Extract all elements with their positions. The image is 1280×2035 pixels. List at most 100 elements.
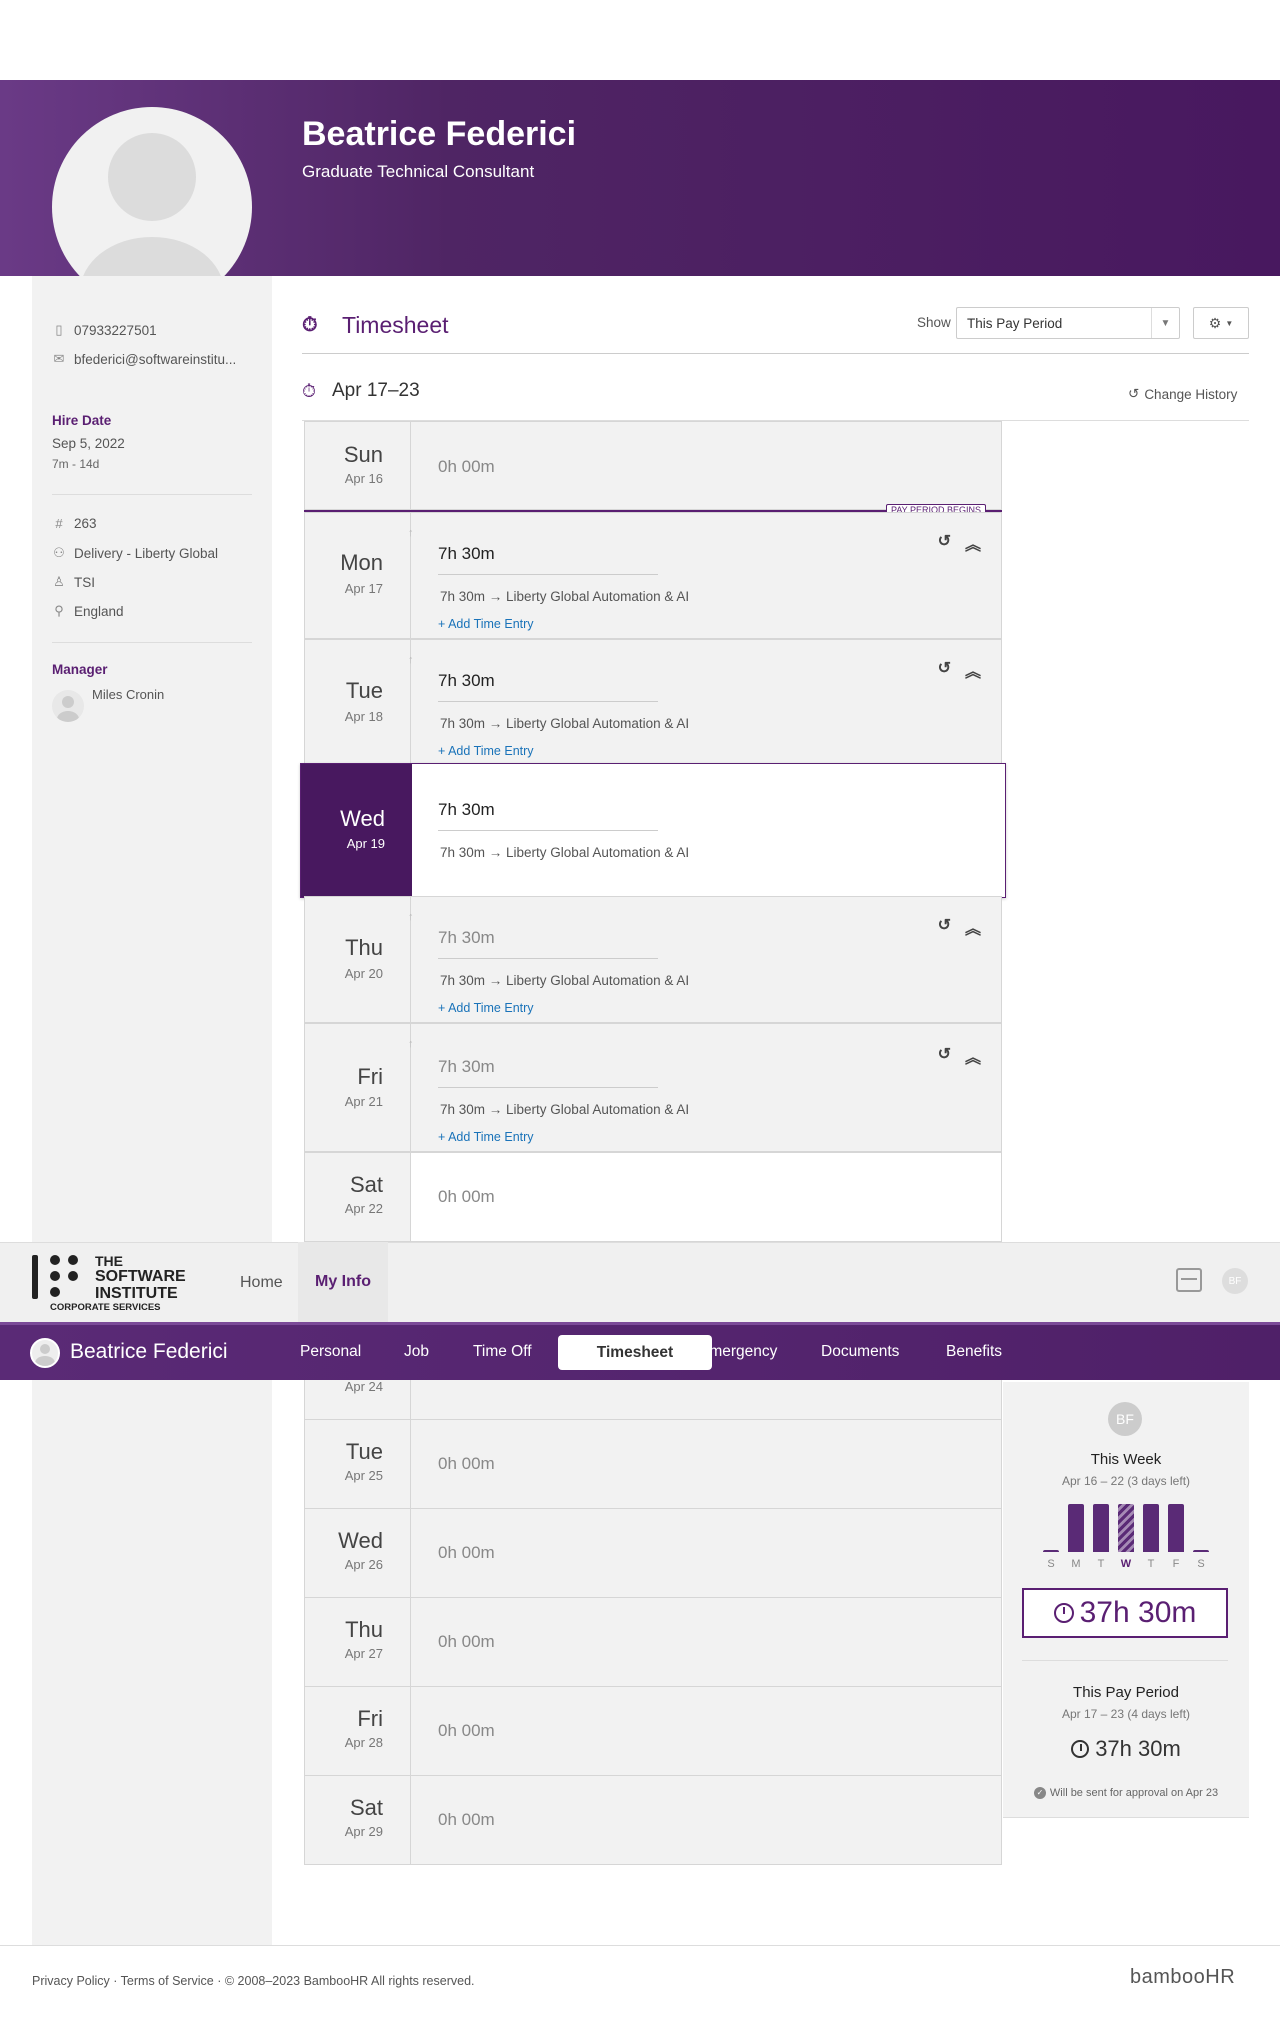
history-icon[interactable]: ↺	[938, 658, 951, 682]
day-date: Apr 17	[344, 581, 383, 596]
logo-text-the: THE	[95, 1253, 123, 1269]
history-icon: ↺	[1128, 386, 1140, 401]
day-row-sun[interactable]: Sun Apr 16 0h 00m	[304, 421, 1002, 510]
manager-name[interactable]: Miles Cronin	[92, 687, 164, 702]
day-total: 0h 00m	[438, 1454, 495, 1473]
history-icon[interactable]: ↺	[938, 915, 951, 939]
nav-my-info[interactable]: My Info	[298, 1242, 388, 1322]
history-icon[interactable]: ↺	[938, 1044, 951, 1068]
time-entry[interactable]: 7h 30m → Liberty Global Automation & AI	[440, 716, 689, 731]
hash-icon: #	[55, 516, 63, 531]
employee-title: Graduate Technical Consultant	[302, 162, 535, 181]
day-row-wed-week2[interactable]: Wed Apr 26 0h 00m	[304, 1508, 1002, 1598]
day-row-fri-week2[interactable]: Fri Apr 28 0h 00m	[304, 1686, 1002, 1776]
footer-links[interactable]: Privacy Policy · Terms of Service · © 20…	[32, 1974, 475, 1988]
collapse-icon[interactable]: ︽	[965, 531, 981, 555]
subnav-avatar	[30, 1338, 60, 1368]
day-total: 7h 30m	[438, 671, 495, 690]
location: England	[74, 603, 124, 619]
day-row-tue[interactable]: Tue Apr 18 ↑ ↺ ︽ 7h 30m 7h 30m → Liberty…	[304, 639, 1002, 765]
day-row-wed-today[interactable]: Wed Apr 19 7h 30m 7h 30m → Liberty Globa…	[300, 763, 1006, 898]
manager-avatar[interactable]	[52, 690, 84, 722]
timesheet-heading: ⏱ Timesheet	[302, 312, 449, 339]
day-date: Apr 27	[344, 1646, 383, 1661]
day-total: 0h 00m	[438, 1632, 495, 1651]
nav-home[interactable]: Home	[240, 1274, 283, 1292]
pay-period-select[interactable]: This Pay Period ▼	[956, 307, 1180, 339]
total-underline	[438, 701, 658, 702]
manager-label: Manager	[52, 662, 108, 677]
total-underline	[438, 958, 658, 959]
day-label-cell: Wed Apr 19	[301, 764, 412, 897]
day-label-cell: Thu Apr 20	[305, 897, 411, 1022]
collapse-icon[interactable]: ︽	[965, 1044, 981, 1068]
tab-timesheet[interactable]: Timesheet	[558, 1335, 712, 1370]
day-row-tue-week2[interactable]: Tue Apr 25 0h 00m	[304, 1419, 1002, 1509]
day-row-sat-week2[interactable]: Sat Apr 29 0h 00m	[304, 1775, 1002, 1865]
day-name: Sat	[349, 1795, 383, 1820]
phone-number[interactable]: 07933227501	[74, 323, 157, 338]
pay-period-total: 37h 30m	[1095, 1736, 1181, 1761]
user-avatar[interactable]: BF	[1222, 1268, 1248, 1294]
tab-job[interactable]: Job	[404, 1343, 429, 1361]
email-link[interactable]: bfederici@softwareinstitu...	[74, 352, 236, 367]
day-name: Tue	[345, 1439, 383, 1464]
time-entry[interactable]: 7h 30m → Liberty Global Automation & AI	[440, 973, 689, 988]
day-total: 7h 30m	[438, 1057, 495, 1076]
add-time-entry-link[interactable]: + Add Time Entry	[438, 1001, 534, 1015]
division-row: ♙ TSI	[52, 574, 95, 590]
tab-benefits[interactable]: Benefits	[946, 1343, 1002, 1361]
week-bar	[1193, 1550, 1209, 1552]
pay-period-total-row: 37h 30m	[1003, 1736, 1249, 1762]
department: Delivery - Liberty Global	[74, 545, 219, 561]
day-row-thu[interactable]: Thu Apr 20 ↑ ↺ ︽ 7h 30m 7h 30m → Liberty…	[304, 896, 1002, 1023]
bamboohr-logo[interactable]: bambooHR	[1130, 1966, 1235, 1989]
avatar-head-shape	[108, 133, 196, 221]
day-row-sat[interactable]: Sat Apr 22 0h 00m	[304, 1152, 1002, 1242]
day-name: Thu	[345, 935, 383, 960]
company-logo[interactable]: THE SOFTWARE INSTITUTE CORPORATE SERVICE…	[32, 1253, 192, 1313]
division: TSI	[74, 574, 96, 590]
history-icon[interactable]: ↺	[938, 531, 951, 555]
time-entry[interactable]: 7h 30m → Liberty Global Automation & AI	[440, 1102, 689, 1117]
logo-dot	[50, 1271, 60, 1281]
week-bar	[1043, 1550, 1059, 1552]
approval-note: Will be sent for approval on Apr 23	[1049, 1787, 1219, 1799]
day-row-thu-week2[interactable]: Thu Apr 27 0h 00m	[304, 1597, 1002, 1687]
day-row-mon[interactable]: Mon Apr 17 ↑ ↺ ︽ 7h 30m 7h 30m → Liberty…	[304, 512, 1002, 639]
day-label-cell: Sat Apr 29	[305, 1776, 411, 1864]
day-label-cell: Thu Apr 27	[305, 1598, 411, 1686]
employee-number-row: # 263	[52, 516, 96, 531]
change-history-link[interactable]: ↺ Change History	[1128, 386, 1237, 402]
collapse-icon[interactable]: ︽	[965, 658, 981, 682]
day-total: 7h 30m	[438, 928, 495, 947]
clock-icon	[1053, 1603, 1074, 1623]
pay-period-select-value: This Pay Period	[967, 316, 1063, 331]
arrow-up-icon: ↑	[408, 527, 414, 539]
tab-time-off[interactable]: Time Off	[473, 1343, 532, 1361]
add-time-entry-link[interactable]: + Add Time Entry	[438, 1130, 534, 1144]
add-time-entry-link[interactable]: + Add Time Entry	[438, 617, 534, 631]
settings-button[interactable]: ⚙ ▼	[1193, 307, 1249, 339]
week-hours-chart	[1043, 1504, 1209, 1552]
add-time-entry-link[interactable]: + Add Time Entry	[438, 744, 534, 758]
day-label-cell: Mon Apr 17	[305, 513, 411, 638]
day-date: Apr 18	[344, 709, 383, 724]
collapse-icon[interactable]: ︽	[965, 915, 981, 939]
tab-documents[interactable]: Documents	[821, 1343, 899, 1361]
inbox-icon[interactable]	[1176, 1268, 1202, 1292]
time-entry[interactable]: 7h 30m → Liberty Global Automation & AI	[440, 589, 689, 604]
employee-name: Beatrice Federici	[302, 115, 577, 153]
timesheet-summary-card: BF This Week Apr 16 – 22 (3 days left) 3…	[1003, 1382, 1249, 1818]
footer-divider	[0, 1945, 1280, 1946]
day-date: Apr 26	[344, 1557, 383, 1572]
day-label-cell: Sun Apr 16	[305, 422, 411, 509]
week-bar-label: S	[1047, 1558, 1055, 1570]
tab-emergency[interactable]: Emergency	[699, 1343, 777, 1361]
day-name: Sun	[343, 442, 383, 467]
week-bar-label: W	[1120, 1558, 1132, 1570]
day-total: 7h 30m	[438, 544, 495, 563]
day-row-fri[interactable]: Fri Apr 21 ↑ ↺ ︽ 7h 30m 7h 30m → Liberty…	[304, 1023, 1002, 1152]
time-entry[interactable]: 7h 30m → Liberty Global Automation & AI	[440, 845, 689, 860]
tab-personal[interactable]: Personal	[300, 1343, 361, 1361]
